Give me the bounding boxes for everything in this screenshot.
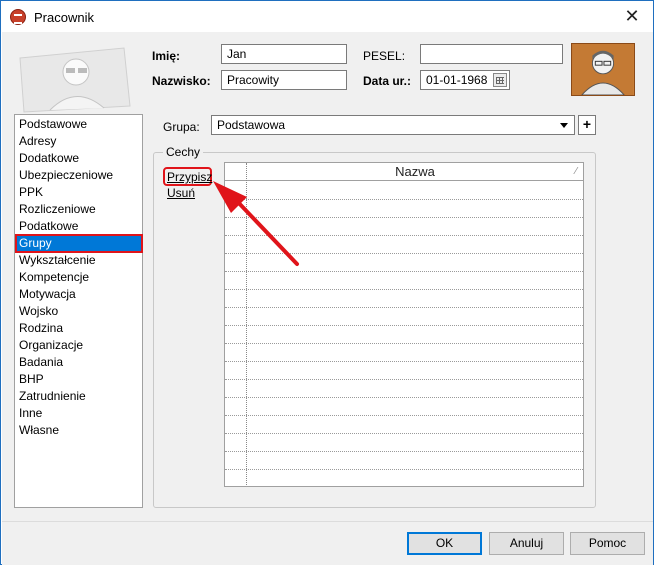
pesel-field[interactable] <box>420 44 563 64</box>
birth-date-value: 01-01-1968 <box>426 73 488 87</box>
sidebar-item-organizacje[interactable]: Organizacje <box>16 337 142 354</box>
first-name-field[interactable]: Jan <box>221 44 347 64</box>
table-row[interactable] <box>225 290 583 308</box>
table-row[interactable] <box>225 326 583 344</box>
birth-date-field[interactable]: 01-01-1968 <box>420 70 510 90</box>
row-header-cell[interactable] <box>225 398 247 415</box>
sidebar-item-kompetencje[interactable]: Kompetencje <box>16 269 142 286</box>
last-name-field[interactable]: Pracowity <box>221 70 347 90</box>
chevron-down-icon <box>560 123 568 128</box>
group-select-value: Podstawowa <box>217 118 286 132</box>
dialog-footer: OK Anuluj Pomoc <box>2 521 653 565</box>
sidebar-item-rodzina[interactable]: Rodzina <box>16 320 142 337</box>
traits-legend: Cechy <box>163 145 204 159</box>
photo-placeholder-icon <box>19 47 131 113</box>
table-row[interactable] <box>225 434 583 452</box>
birth-date-label: Data ur.: <box>363 74 412 88</box>
assign-link[interactable]: Przypisz <box>167 170 212 184</box>
group-select[interactable]: Podstawowa <box>211 115 575 135</box>
row-header-cell[interactable] <box>225 380 247 397</box>
sidebar-item-inne[interactable]: Inne <box>16 405 142 422</box>
row-header-cell[interactable] <box>225 416 247 433</box>
sidebar-item-zatrudnienie[interactable]: Zatrudnienie <box>16 388 142 405</box>
add-group-button[interactable]: + <box>578 115 596 135</box>
sidebar-item-adresy[interactable]: Adresy <box>16 133 142 150</box>
sidebar-item-wojsko[interactable]: Wojsko <box>16 303 142 320</box>
row-header-cell[interactable] <box>225 362 247 379</box>
dialog-client-area: Imię: Jan Nazwisko: Pracowity PESEL: Dat… <box>2 32 653 521</box>
table-row[interactable] <box>225 272 583 290</box>
row-header-cell[interactable] <box>225 344 247 361</box>
sidebar-item-własne[interactable]: Własne <box>16 422 142 439</box>
sort-icon: ⁄ <box>575 166 577 177</box>
row-header-cell[interactable] <box>225 326 247 343</box>
table-row[interactable] <box>225 470 583 486</box>
calendar-icon[interactable] <box>493 73 507 87</box>
section-list[interactable]: Podstawowe Adresy Dodatkowe Ubezpieczeniowe… <box>14 114 143 508</box>
row-header-cell[interactable] <box>225 470 247 486</box>
sidebar-item-podstawowe[interactable]: Podstawowe <box>16 116 142 133</box>
employee-dialog: Pracownik ✕ Imię: Jan Nazwisko: Pracowit… <box>0 0 654 565</box>
pointer-arrow-icon <box>213 181 299 266</box>
table-row[interactable] <box>225 416 583 434</box>
remove-link[interactable]: Usuń <box>167 186 195 200</box>
sidebar-item-dodatkowe[interactable]: Dodatkowe <box>16 150 142 167</box>
sidebar-item-grupy[interactable]: Grupy <box>15 234 143 253</box>
pesel-label: PESEL: <box>363 49 406 63</box>
ok-button[interactable]: OK <box>407 532 482 555</box>
row-header-cell[interactable] <box>225 452 247 469</box>
app-logo-icon <box>10 9 26 25</box>
table-row[interactable] <box>225 398 583 416</box>
employee-photo <box>571 43 635 96</box>
last-name-label: Nazwisko: <box>152 74 211 88</box>
sidebar-item-rozliczeniowe[interactable]: Rozliczeniowe <box>16 201 142 218</box>
first-name-label: Imię: <box>152 49 181 63</box>
sidebar-item-bhp[interactable]: BHP <box>16 371 142 388</box>
window-title: Pracownik <box>34 10 94 25</box>
sidebar-item-ubezpieczeniowe[interactable]: Ubezpieczeniowe <box>16 167 142 184</box>
row-header-cell[interactable] <box>225 290 247 307</box>
table-row[interactable] <box>225 362 583 380</box>
table-row[interactable] <box>225 452 583 470</box>
group-label: Grupa: <box>163 120 200 134</box>
cancel-button[interactable]: Anuluj <box>489 532 564 555</box>
sidebar-item-badania[interactable]: Badania <box>16 354 142 371</box>
sidebar-item-motywacja[interactable]: Motywacja <box>16 286 142 303</box>
table-row[interactable] <box>225 308 583 326</box>
sidebar-item-podatkowe[interactable]: Podatkowe <box>16 218 142 235</box>
help-button[interactable]: Pomoc <box>570 532 645 555</box>
row-header-cell[interactable] <box>225 308 247 325</box>
table-row[interactable] <box>225 344 583 362</box>
sidebar-item-wykształcenie[interactable]: Wykształcenie <box>16 252 142 269</box>
close-icon[interactable]: ✕ <box>621 6 643 26</box>
sidebar-item-ppk[interactable]: PPK <box>16 184 142 201</box>
title-bar: Pracownik ✕ <box>1 1 653 32</box>
table-row[interactable] <box>225 380 583 398</box>
row-header-cell[interactable] <box>225 272 247 289</box>
row-header-cell[interactable] <box>225 434 247 451</box>
